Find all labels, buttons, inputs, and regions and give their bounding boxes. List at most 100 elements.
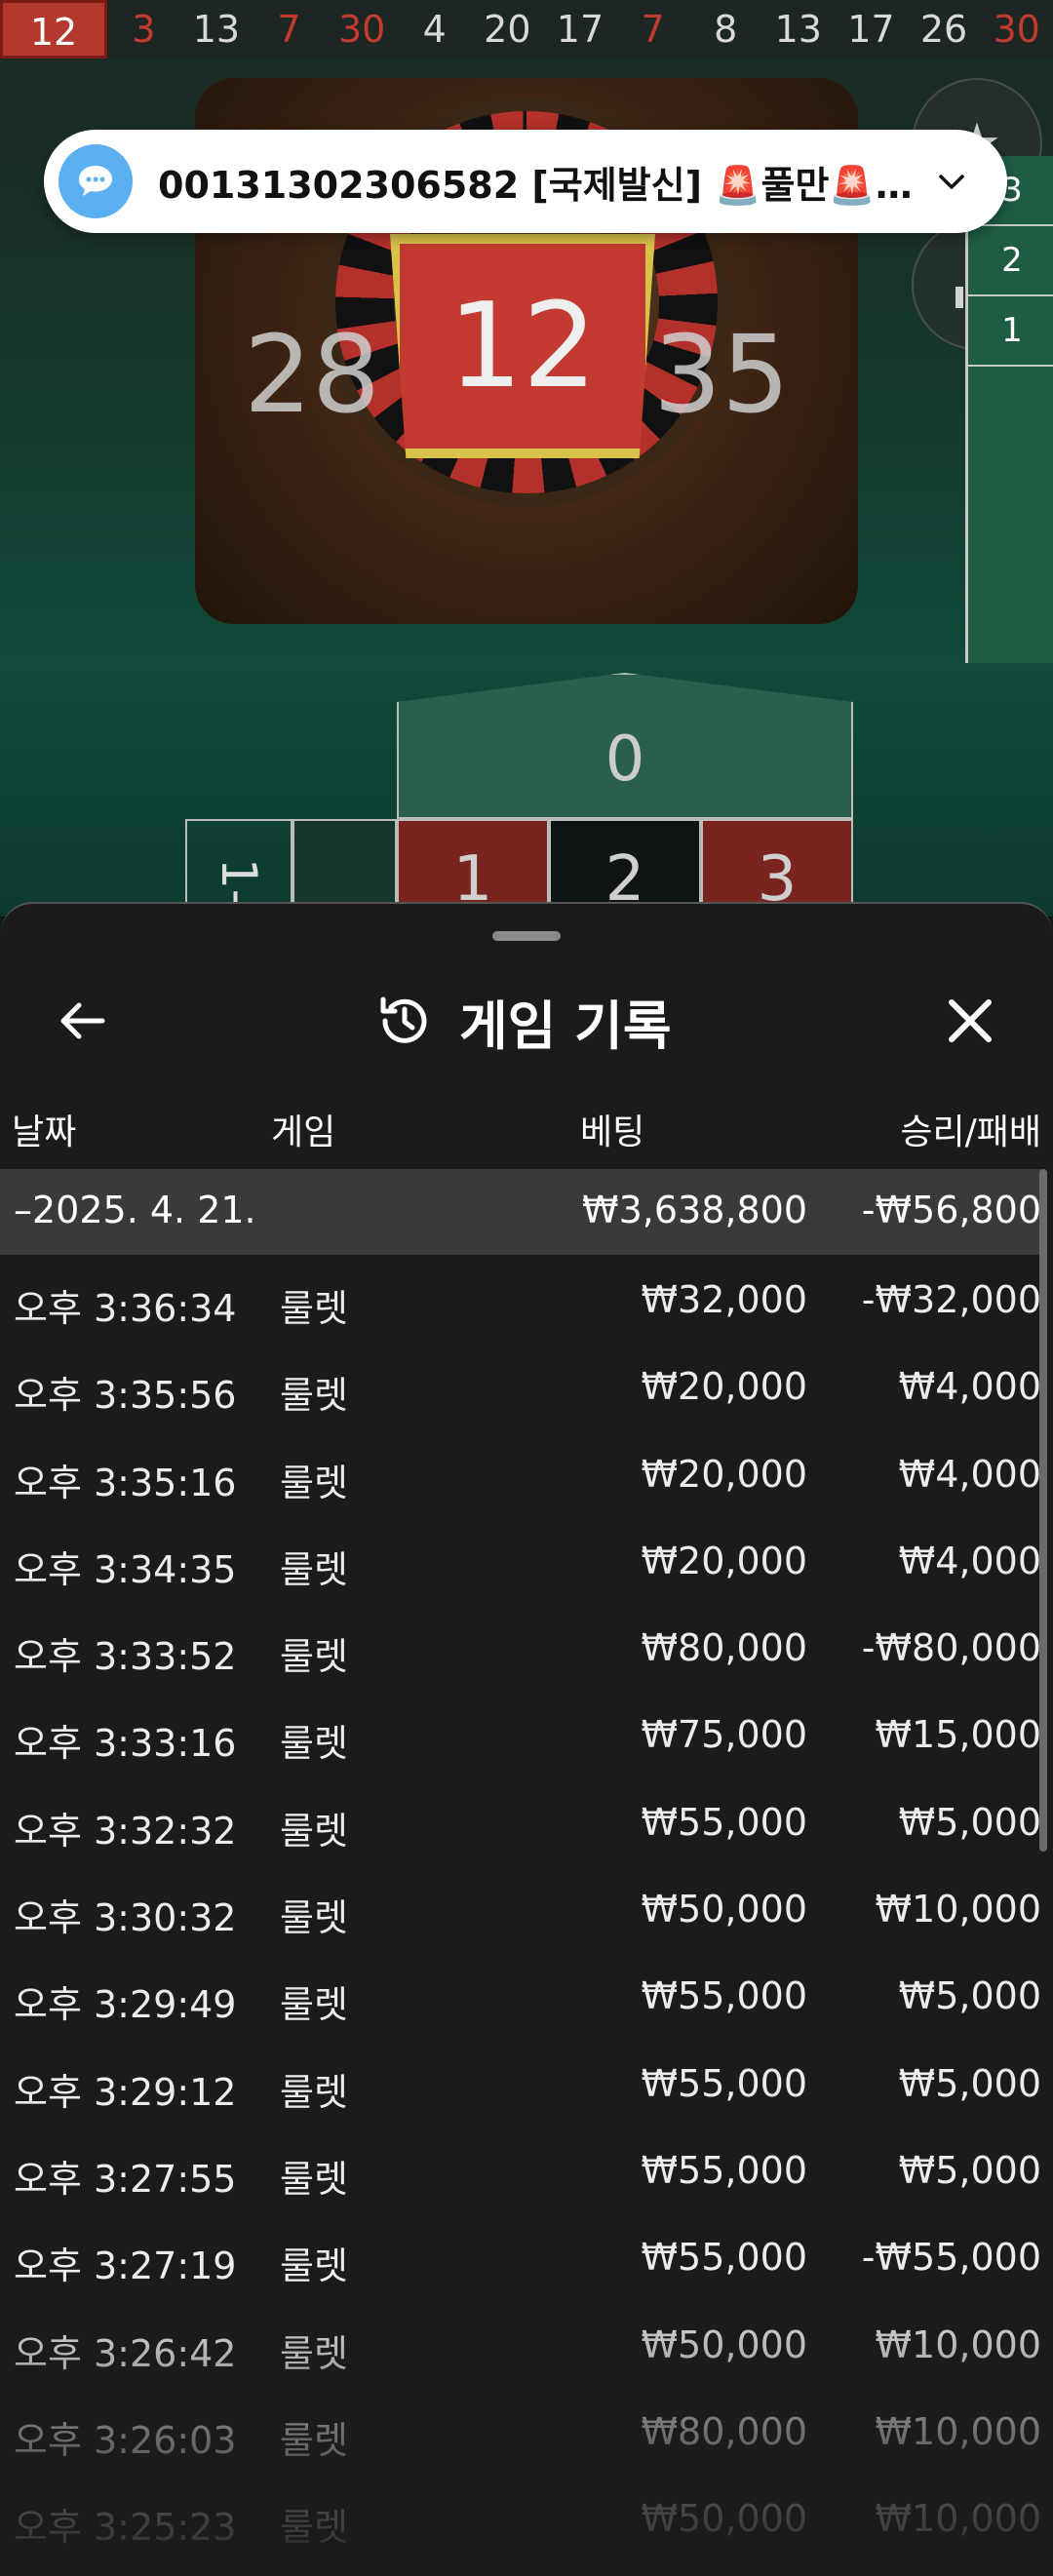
betting-board-edge: 3 2 1 (965, 156, 1053, 663)
row-time: 오후 3:29:49 (14, 1983, 237, 2027)
row-game: 룰렛 (280, 2506, 348, 2550)
history-number: 20 (484, 8, 531, 51)
day-total-result: -₩56,800 (861, 1189, 1041, 1231)
row-result: ₩4,000 (898, 1539, 1041, 1582)
sheet-header: 게임 기록 (0, 957, 1053, 1084)
notification-text: 00131302306582 [국제발신] 🚨풀만🚨... (158, 163, 917, 207)
row-result: -₩55,000 (861, 2236, 1041, 2280)
history-row[interactable]: 오후 3:26:42 룰렛 ₩50,000 ₩10,000 (0, 2300, 1041, 2387)
row-game: 룰렛 (280, 1809, 348, 1853)
history-number: 8 (714, 8, 738, 51)
history-row[interactable]: 오후 3:34:35 룰렛 ₩20,000 ₩4,000 (0, 1516, 1041, 1603)
column-header-date: 날짜 (12, 1112, 77, 1152)
chevron-down-icon (939, 175, 964, 189)
history-number: 30 (993, 8, 1040, 51)
history-row[interactable]: 오후 3:35:56 룰렛 ₩20,000 ₩4,000 (0, 1342, 1041, 1428)
row-game: 룰렛 (280, 1287, 348, 1330)
history-number: 26 (919, 8, 968, 51)
history-row[interactable]: 오후 3:32:32 룰렛 ₩55,000 ₩5,000 (0, 1777, 1041, 1864)
row-time: 오후 3:26:03 (14, 2418, 237, 2462)
row-bet: ₩50,000 (641, 1888, 807, 1932)
day-summary-row[interactable]: –2025. 4. 21. ₩3,638,800 -₩56,800 (0, 1169, 1041, 1255)
row-result: ₩5,000 (898, 1974, 1041, 2018)
close-icon (949, 999, 992, 1042)
row-bet: ₩80,000 (641, 2409, 807, 2453)
history-number: 17 (556, 8, 604, 51)
row-result: ₩5,000 (898, 2148, 1041, 2192)
history-number: 3 (132, 8, 156, 51)
row-bet: ₩75,000 (641, 1713, 807, 1757)
row-bet: ₩55,000 (641, 1974, 807, 2018)
row-result: ₩10,000 (875, 2409, 1041, 2453)
row-game: 룰렛 (280, 1374, 348, 1418)
sheet-title: 게임 기록 (459, 995, 672, 1057)
history-row[interactable]: 오후 3:29:49 룰렛 ₩55,000 ₩5,000 (0, 1951, 1041, 2038)
row-result: ₩10,000 (875, 1888, 1041, 1932)
row-time: 오후 3:33:52 (14, 1635, 237, 1679)
row-game: 룰렛 (280, 2331, 348, 2375)
history-number: 12 (0, 0, 107, 59)
winning-number: 12 (390, 234, 655, 458)
row-time: 오후 3:32:32 (14, 1809, 237, 1853)
history-number: 13 (774, 8, 822, 51)
history-row[interactable]: 오후 3:36:34 룰렛 ₩32,000 -₩32,000 (0, 1255, 1041, 1342)
history-row[interactable]: 오후 3:35:16 룰렛 ₩20,000 ₩4,000 (0, 1429, 1041, 1516)
board-cell[interactable]: 1 (968, 296, 1053, 367)
history-row[interactable]: 오후 3:33:16 룰렛 ₩75,000 ₩15,000 (0, 1690, 1041, 1776)
row-time: 오후 3:34:35 (14, 1547, 237, 1591)
row-time: 오후 3:35:16 (14, 1461, 237, 1504)
history-number: 13 (192, 8, 241, 51)
row-bet: ₩80,000 (641, 1626, 807, 1670)
message-notification[interactable]: 00131302306582 [국제발신] 🚨풀만🚨... (44, 130, 1007, 233)
history-row[interactable]: 오후 3:26:03 룰렛 ₩80,000 ₩10,000 (0, 2387, 1041, 2474)
row-game: 룰렛 (280, 1983, 348, 2027)
expand-chevron-button[interactable] (917, 147, 986, 215)
history-row[interactable]: 오후 3:29:12 룰렛 ₩55,000 ₩5,000 (0, 2039, 1041, 2126)
row-game: 룰렛 (280, 2070, 348, 2114)
row-bet: ₩50,000 (641, 2497, 807, 2541)
history-row[interactable]: 오후 3:30:32 룰렛 ₩50,000 ₩10,000 (0, 1864, 1041, 1951)
history-row[interactable]: 오후 3:33:52 룰렛 ₩80,000 -₩80,000 (0, 1603, 1041, 1690)
history-icon (380, 996, 427, 1043)
day-total-bet: ₩3,638,800 (582, 1189, 807, 1231)
row-time: 오후 3:27:55 (14, 2157, 237, 2201)
row-game: 룰렛 (280, 1896, 348, 1940)
history-row[interactable]: 오후 3:27:19 룰렛 ₩55,000 -₩55,000 (0, 2212, 1041, 2299)
scrollbar[interactable] (1039, 1169, 1047, 1852)
history-number: 17 (847, 8, 895, 51)
history-row[interactable]: 오후 3:27:55 룰렛 ₩55,000 ₩5,000 (0, 2126, 1041, 2212)
row-time: 오후 3:33:16 (14, 1722, 237, 1766)
history-number: 30 (337, 8, 386, 51)
sheet-title-group: 게임 기록 (375, 987, 672, 1057)
row-result: -₩32,000 (861, 1278, 1041, 1321)
chat-bubble-icon (58, 144, 133, 218)
row-result: ₩10,000 (875, 2497, 1041, 2541)
back-button[interactable] (39, 987, 127, 1055)
row-time: 오후 3:26:42 (14, 2331, 237, 2375)
row-game: 룰렛 (280, 2157, 348, 2201)
history-number: 4 (422, 8, 447, 51)
close-button[interactable] (926, 987, 1014, 1055)
row-bet: ₩55,000 (641, 2061, 807, 2105)
column-header-game: 게임 (271, 1112, 336, 1152)
sheet-drag-handle[interactable] (492, 931, 561, 941)
row-result: ₩15,000 (875, 1713, 1041, 1757)
row-result: ₩4,000 (898, 1452, 1041, 1496)
row-bet: ₩20,000 (641, 1365, 807, 1409)
row-result: ₩10,000 (875, 2322, 1041, 2366)
neighbor-number-left: 28 (244, 312, 380, 437)
bet-cell-zero[interactable]: 0 (397, 673, 853, 819)
row-game: 룰렛 (280, 2244, 348, 2288)
result-history-strip: 12 3 13 7 30 4 20 17 7 8 13 17 26 30 (0, 0, 1053, 59)
row-bet: ₩55,000 (641, 2148, 807, 2192)
column-header-bet: 베팅 (580, 1112, 645, 1152)
row-time: 오후 3:25:23 (14, 2506, 237, 2550)
row-game: 룰렛 (280, 1547, 348, 1591)
row-bet: ₩55,000 (641, 1800, 807, 1844)
arrow-left-icon (60, 1002, 105, 1039)
game-history-sheet: 게임 기록 날짜 게임 베팅 승리/패배 –2025. 4. 21. ₩3,63… (0, 902, 1053, 2576)
board-cell[interactable]: 2 (968, 226, 1053, 296)
history-row[interactable]: 오후 3:25:23 룰렛 ₩50,000 ₩10,000 (0, 2474, 1041, 2560)
row-game: 룰렛 (280, 1722, 348, 1766)
neighbor-number-right: 35 (653, 312, 790, 437)
